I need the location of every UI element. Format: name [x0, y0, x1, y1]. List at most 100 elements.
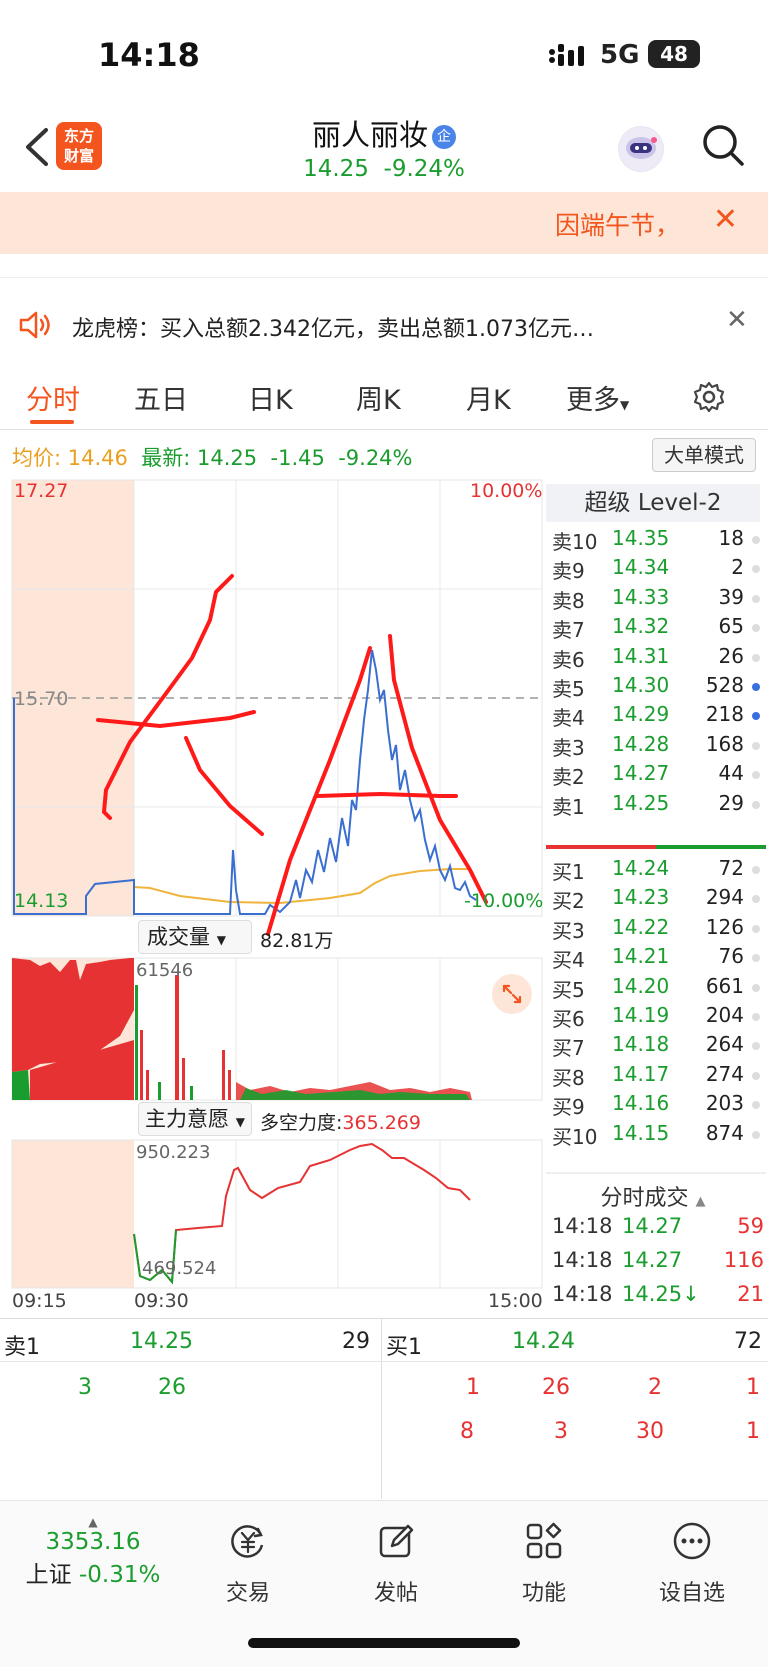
bid-indicator-dot — [752, 1071, 760, 1080]
pct-min-label: -10.00% — [464, 890, 544, 912]
bid-row[interactable]: 买9 14.16 203 — [552, 1091, 764, 1122]
ask-row[interactable]: 卖5 14.30 528 — [552, 673, 764, 704]
bottom-bid-qty: 72 — [734, 1329, 762, 1354]
holiday-banner[interactable]: 因端午节， ✕ — [0, 192, 768, 254]
bid-row[interactable]: 买2 14.23 294 — [552, 885, 764, 916]
bid-detail: 2 — [648, 1375, 662, 1400]
bid-row[interactable]: 买8 14.17 274 — [552, 1062, 764, 1093]
bid-qty: 274 — [705, 1061, 744, 1086]
ask-indicator-dot — [752, 565, 760, 574]
tab-intraday[interactable]: 分时 — [26, 378, 80, 417]
force-min-label: 469.524 — [142, 1258, 217, 1279]
tab-five-day[interactable]: 五日 — [134, 378, 188, 417]
bid-price: 14.21 — [612, 944, 670, 969]
battery-indicator: 48 — [648, 40, 700, 68]
tab-more[interactable]: 更多▼ — [566, 378, 629, 417]
volume-max-label: 61546 — [136, 960, 194, 981]
ask-level-label: 卖2 — [552, 765, 585, 790]
ask-row[interactable]: 卖6 14.31 26 — [552, 644, 764, 675]
ticks-title[interactable]: 分时成交 ▲ — [546, 1180, 760, 1212]
banner-text: 因端午节， — [554, 211, 680, 240]
ask-row[interactable]: 卖8 14.33 39 — [552, 585, 764, 616]
summary-row: 均价: 14.46 最新: 14.25 -1.45 -9.24% — [12, 442, 413, 472]
volume-bar — [222, 1050, 225, 1100]
ask-row[interactable]: 卖3 14.28 168 — [552, 732, 764, 763]
ask-level-label: 卖7 — [552, 618, 585, 643]
force-dropdown[interactable]: 主力意愿 ▼ — [138, 1102, 252, 1136]
bid-detail: 26 — [542, 1375, 570, 1400]
ask-qty: 65 — [718, 614, 744, 639]
ask-price: 14.34 — [612, 555, 670, 580]
nav-post-label: 发帖 — [373, 1581, 418, 1606]
tab-weekly-k[interactable]: 周K — [356, 378, 401, 417]
nav-functions[interactable]: 功能 — [494, 1521, 594, 1607]
bottom-ask-price: 14.25 — [130, 1329, 193, 1354]
index-ticker[interactable]: ▲ 3353.16 上证 -0.31% — [18, 1515, 168, 1589]
bid-indicator-dot — [752, 895, 760, 904]
tick-price: 14.25↓ — [622, 1282, 700, 1306]
ask-row[interactable]: 卖2 14.27 44 — [552, 761, 764, 792]
level2-title[interactable]: 超级 Level-2 — [546, 484, 760, 522]
bottom-bid-price: 14.24 — [512, 1329, 575, 1354]
bid-price: 14.22 — [612, 914, 670, 939]
tab-daily-k[interactable]: 日K — [248, 378, 293, 417]
tick-row: 14:18 14.25↓ 21 — [552, 1282, 764, 1316]
force-max-label: 950.223 — [136, 1142, 211, 1163]
bid-qty: 204 — [705, 1003, 744, 1027]
ask-row[interactable]: 卖4 14.29 218 — [552, 702, 764, 733]
volume-bar — [158, 1082, 161, 1100]
nav-trade[interactable]: 交易 — [198, 1521, 298, 1607]
nav-post[interactable]: 发帖 — [346, 1521, 446, 1607]
notice-close-button[interactable]: ✕ — [726, 305, 748, 335]
bid-row[interactable]: 买5 14.20 661 — [552, 974, 764, 1005]
ask-row[interactable]: 卖9 14.34 2 — [552, 555, 764, 586]
bid-row[interactable]: 买1 14.24 72 — [552, 856, 764, 887]
bid-detail: 3 — [554, 1419, 568, 1444]
index-change: -0.31% — [78, 1562, 161, 1588]
last-label: 最新: — [141, 446, 191, 470]
notice-bar[interactable]: 龙虎榜：买入总额2.342亿元，卖出总额1.073亿元… ✕ — [0, 295, 768, 355]
volume-bars-pre-green — [12, 1070, 30, 1100]
ask-price: 14.32 — [612, 614, 670, 639]
ask-indicator-dot — [752, 712, 760, 721]
bid-indicator-dot — [752, 1042, 760, 1051]
assistant-robot-icon[interactable] — [618, 126, 664, 172]
enterprise-badge: 企 — [432, 125, 456, 149]
tab-monthly-k[interactable]: 月K — [466, 378, 511, 417]
time-end-label: 15:00 — [488, 1290, 543, 1312]
bid-row[interactable]: 买7 14.18 264 — [552, 1032, 764, 1063]
ask-indicator-dot — [752, 624, 760, 633]
volume-bar — [175, 975, 179, 1100]
expand-icon[interactable] — [492, 974, 532, 1014]
ask-level-label: 卖4 — [552, 706, 585, 731]
volume-dropdown[interactable]: 成交量 ▼ — [138, 920, 252, 954]
last-value: 14.25 — [197, 446, 258, 470]
settings-gear-icon[interactable] — [692, 380, 726, 414]
home-indicator[interactable] — [248, 1638, 520, 1648]
ask-indicator-dot — [752, 741, 760, 750]
bid-row[interactable]: 买6 14.19 204 — [552, 1003, 764, 1034]
ask-row[interactable]: 卖7 14.32 65 — [552, 614, 764, 645]
nav-add-watchlist-label: 设自选 — [658, 1581, 725, 1606]
bid-row[interactable]: 买3 14.22 126 — [552, 915, 764, 946]
bottom-row-divider — [0, 1361, 768, 1362]
ask-level-label: 卖1 — [552, 794, 585, 819]
bid-price: 14.18 — [612, 1032, 670, 1057]
bid-row[interactable]: 买4 14.21 76 — [552, 944, 764, 975]
ask-qty: 29 — [718, 790, 744, 815]
annotation-stroke — [316, 791, 458, 798]
annotation-stroke — [184, 736, 264, 836]
ask-qty: 168 — [705, 731, 744, 756]
big-order-mode-button[interactable]: 大单模式 — [652, 438, 756, 472]
search-icon[interactable] — [700, 122, 746, 168]
ask-qty: 218 — [705, 702, 744, 727]
banner-close-button[interactable]: ✕ — [713, 202, 738, 237]
nav-add-watchlist[interactable]: 设自选 — [642, 1521, 742, 1607]
ask-row[interactable]: 卖1 14.25 29 — [552, 791, 764, 822]
caret-down-icon: ▼ — [235, 1115, 245, 1129]
bid-price: 14.17 — [612, 1061, 670, 1086]
ask-row[interactable]: 卖10 14.35 18 — [552, 526, 764, 557]
ask-level-label: 卖5 — [552, 677, 585, 701]
bid-price: 14.23 — [612, 885, 670, 910]
bid-row[interactable]: 买10 14.15 874 — [552, 1121, 764, 1152]
